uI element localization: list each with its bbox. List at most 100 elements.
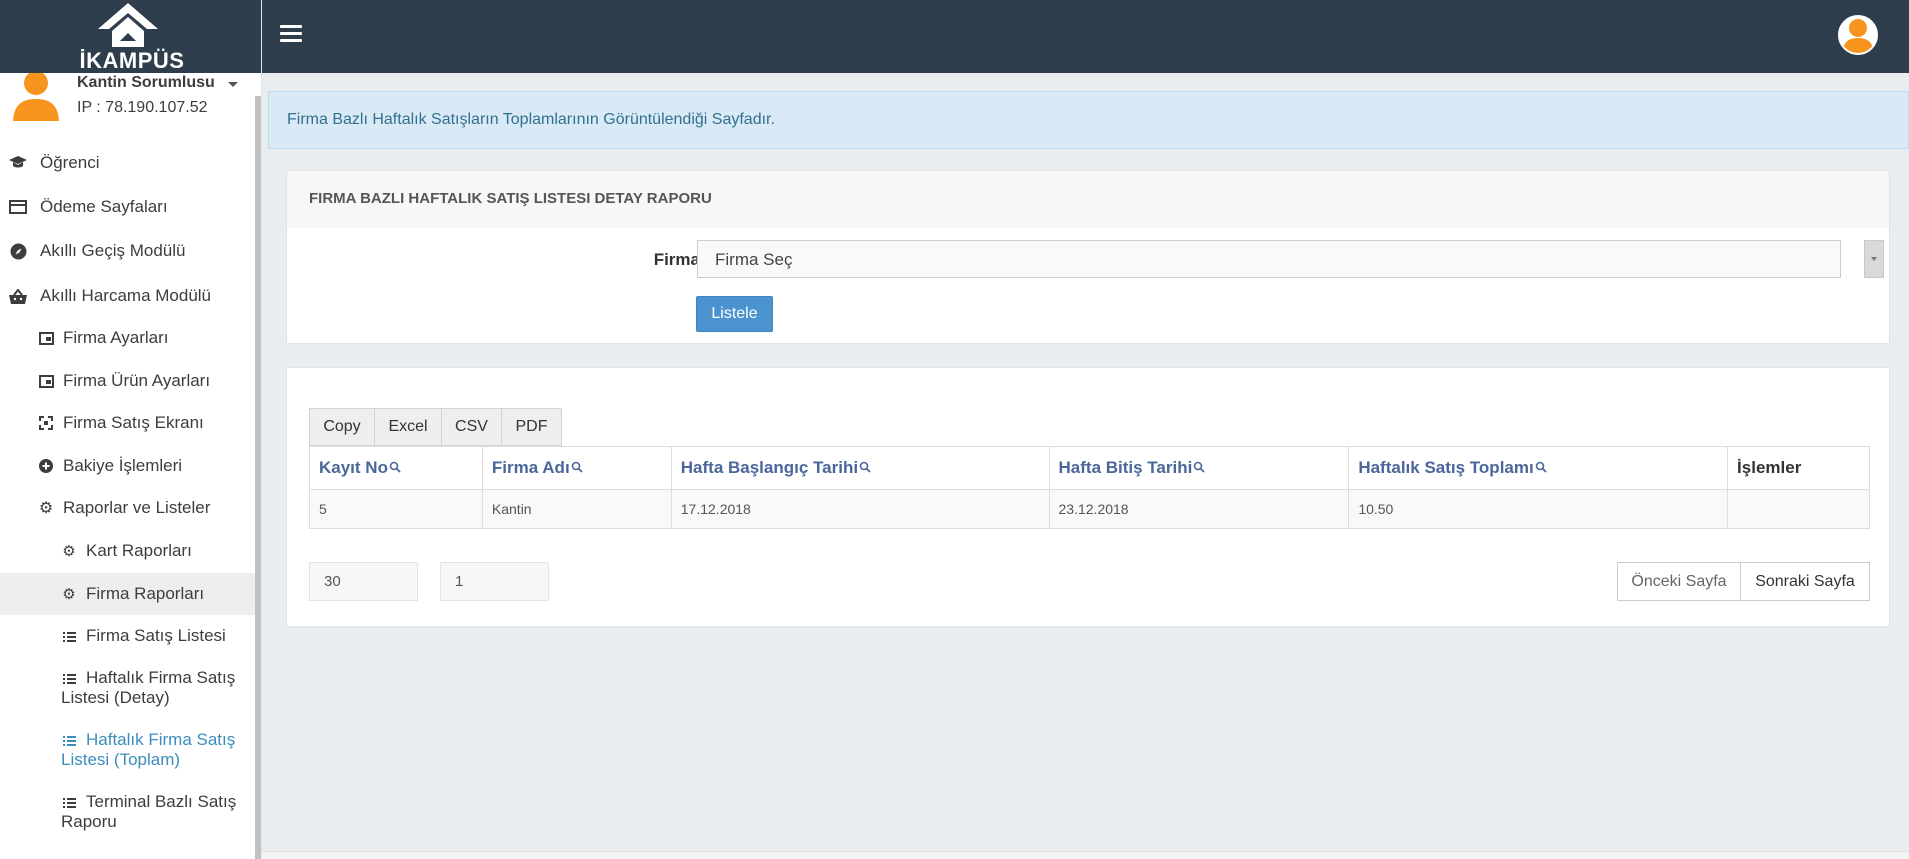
gear-icon: ⚙ — [62, 543, 76, 560]
column-header-label: Kayıt No — [319, 458, 388, 477]
column-header-hafta-bitis[interactable]: Hafta Bitiş Tarihi — [1048, 446, 1350, 490]
gear-icon: ⚙ — [38, 500, 54, 517]
list-icon — [60, 627, 78, 645]
pdf-button[interactable]: PDF — [501, 408, 562, 446]
sidebar-item-label: Bakiye İşlemleri — [63, 456, 183, 475]
list-icon — [60, 731, 78, 749]
column-header-hafta-baslangic[interactable]: Hafta Başlangıç Tarihi — [670, 446, 1050, 490]
info-alert: Firma Bazlı Haftalık Satışların Toplamla… — [268, 91, 1909, 149]
user-name[interactable]: Kantin Sorumlusu — [77, 74, 215, 92]
logo-text: İKAMPÜS — [79, 48, 185, 73]
plus-circle-icon — [37, 457, 55, 475]
excel-button[interactable]: Excel — [374, 408, 442, 446]
listele-button[interactable]: Listele — [696, 296, 773, 332]
hamburger-menu-icon[interactable] — [280, 25, 302, 43]
search-icon — [1194, 461, 1205, 473]
sidebar-item-terminal-bazli[interactable]: Terminal Bazlı Satış Raporu — [0, 792, 256, 836]
sidebar-item-label-line1: Haftalık Firma Satış — [86, 730, 236, 749]
sidebar-item-label-line2: Listesi (Detay) — [61, 688, 170, 707]
sidebar-item-kart-raporlari[interactable]: ⚙ Kart Raporları — [0, 541, 256, 563]
sidebar-item-ogrenci[interactable]: Öğrenci — [0, 153, 256, 175]
select-arrow-icon[interactable] — [1864, 240, 1884, 278]
column-header-haftalik-toplam[interactable]: Haftalık Satış Toplamı — [1348, 446, 1729, 490]
sidebar-item-label: Ödeme Sayfaları — [40, 197, 168, 216]
table-panel: Copy Excel CSV PDF Kayıt No Firma Adı Ha… — [286, 367, 1890, 627]
previous-page-button[interactable]: Önceki Sayfa — [1617, 562, 1741, 601]
sidebar-item-label: Firma Satış Listesi — [86, 626, 226, 645]
table-header-row: Kayıt No Firma Adı Hafta Başlangıç Tarih… — [309, 446, 1870, 490]
list-icon — [60, 669, 78, 687]
search-icon — [1535, 461, 1547, 473]
caret-down-icon[interactable] — [228, 82, 238, 87]
expand-icon — [37, 414, 55, 432]
compass-icon — [9, 242, 27, 260]
sidebar-item-label: Raporlar ve Listeler — [63, 498, 211, 517]
sidebar-item-akilli-harcama[interactable]: Akıllı Harcama Modülü — [0, 286, 256, 308]
footer-line — [262, 851, 1909, 859]
topbar — [262, 0, 1909, 73]
csv-button[interactable]: CSV — [441, 408, 502, 446]
sidebar-item-bakiye-islemleri[interactable]: Bakiye İşlemleri — [0, 456, 256, 478]
credit-card-icon — [9, 198, 27, 216]
filter-panel: FIRMA BAZLI HAFTALIK SATIŞ LISTESI DETAY… — [286, 170, 1890, 344]
sidebar-item-label: Kart Raporları — [86, 541, 192, 560]
sidebar-item-haftalik-toplam[interactable]: Haftalık Firma Satış Listesi (Toplam) — [0, 730, 256, 774]
user-ip: IP : 78.190.107.52 — [77, 99, 208, 116]
top-avatar-icon[interactable] — [1838, 15, 1878, 55]
gear-icon: ⚙ — [62, 586, 76, 603]
column-header-islemler: İşlemler — [1727, 446, 1870, 490]
sidebar-item-firma-satis-listesi[interactable]: Firma Satış Listesi — [0, 626, 256, 648]
window-icon — [37, 329, 55, 347]
sidebar-item-label-line2: Listesi (Toplam) — [61, 750, 181, 769]
sidebar-item-odeme-sayfalari[interactable]: Ödeme Sayfaları — [0, 197, 256, 219]
column-header-label: Haftalık Satış Toplamı — [1358, 458, 1534, 477]
window-icon — [37, 372, 55, 390]
column-header-kayit-no[interactable]: Kayıt No — [309, 446, 483, 490]
sidebar-item-firma-ayarlari[interactable]: Firma Ayarları — [0, 328, 256, 350]
sidebar-item-firma-urun-ayarlari[interactable]: Firma Ürün Ayarları — [0, 371, 256, 393]
user-panel: Kantin Sorumlusu IP : 78.190.107.52 — [0, 73, 256, 133]
data-table: Kayıt No Firma Adı Hafta Başlangıç Tarih… — [309, 446, 1870, 529]
sidebar-item-akilli-gecis[interactable]: Akıllı Geçiş Modülü — [0, 241, 256, 263]
basket-icon — [9, 287, 27, 305]
panel-title: FIRMA BAZLI HAFTALIK SATIŞ LISTESI DETAY… — [309, 190, 712, 207]
column-header-label: Firma Adı — [491, 458, 570, 477]
column-header-firma-adi[interactable]: Firma Adı — [481, 446, 672, 490]
cell-kayit-no: 5 — [309, 489, 483, 529]
page-number-input[interactable]: 1 — [440, 562, 549, 601]
graduation-cap-icon — [9, 154, 27, 172]
logo[interactable]: İKAMPÜS — [0, 0, 261, 73]
column-header-label: Hafta Bitiş Tarihi — [1058, 458, 1193, 477]
sidebar-item-raporlar-ve-listeler[interactable]: ⚙ Raporlar ve Listeler — [0, 498, 256, 520]
sidebar-item-label: Firma Satış Ekranı — [63, 413, 204, 432]
firma-select[interactable]: Firma Seç — [697, 240, 1841, 278]
panel-header: FIRMA BAZLI HAFTALIK SATIŞ LISTESI DETAY… — [287, 171, 1889, 228]
search-icon — [859, 461, 871, 473]
sidebar-item-label: Akıllı Geçiş Modülü — [40, 241, 186, 260]
list-icon — [60, 793, 78, 811]
cell-hafta-baslangic: 17.12.2018 — [670, 489, 1050, 529]
page-size-input[interactable]: 30 — [309, 562, 418, 601]
search-icon — [389, 461, 401, 473]
next-page-button[interactable]: Sonraki Sayfa — [1740, 562, 1870, 601]
sidebar-item-label: Akıllı Harcama Modülü — [40, 286, 212, 305]
cell-islemler — [1727, 489, 1870, 529]
column-header-label: Hafta Başlangıç Tarihi — [680, 458, 859, 477]
sidebar-item-firma-satis-ekrani[interactable]: Firma Satış Ekranı — [0, 413, 256, 435]
logo-roof-icon — [98, 3, 158, 47]
sidebar-item-label-line2: Raporu — [61, 812, 117, 831]
sidebar-item-haftalik-detay[interactable]: Haftalık Firma Satış Listesi (Detay) — [0, 668, 256, 712]
cell-firma-adi: Kantin — [481, 489, 672, 529]
sidebar-scrollbar[interactable] — [255, 96, 261, 859]
sidebar: İKAMPÜS Kantin Sorumlusu IP : 78.190.107… — [0, 0, 262, 859]
cell-hafta-bitis: 23.12.2018 — [1048, 489, 1350, 529]
sidebar-item-label: Firma Ürün Ayarları — [63, 371, 211, 390]
sidebar-item-firma-raporlari[interactable]: ⚙ Firma Raporları — [0, 573, 256, 615]
copy-button[interactable]: Copy — [309, 408, 375, 446]
search-icon — [571, 461, 583, 473]
table-row: 5 Kantin 17.12.2018 23.12.2018 10.50 — [309, 489, 1870, 529]
sidebar-item-label-line1: Terminal Bazlı Satış — [86, 792, 237, 811]
sidebar-item-label: Firma Ayarları — [63, 328, 169, 347]
sidebar-item-label: Öğrenci — [40, 153, 100, 172]
firma-label: Firma — [653, 250, 700, 269]
